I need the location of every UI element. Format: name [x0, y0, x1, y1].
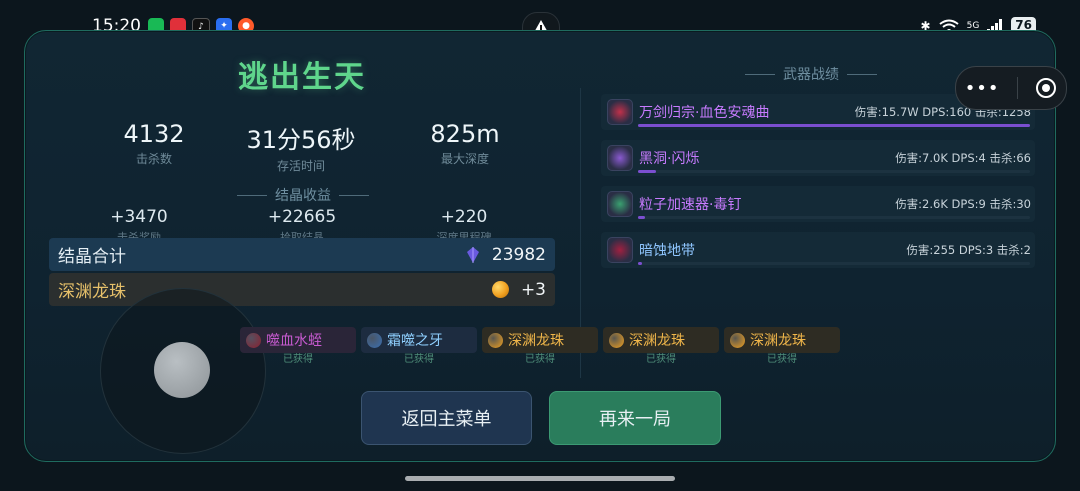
- crystal-total-row: 结晶合计 23982: [49, 238, 555, 271]
- weapon-name: 粒子加速器·毒钉: [639, 197, 742, 213]
- reward-name: 深渊龙珠: [750, 333, 806, 349]
- weapon-name: 黑洞·闪烁: [639, 151, 700, 167]
- weapon-name: 暗蚀地带: [639, 243, 695, 259]
- play-again-button[interactable]: 再来一局: [549, 391, 721, 445]
- sub-value: +22665: [267, 207, 337, 227]
- stat-value: 31分56秒: [246, 126, 356, 154]
- weapon-name: 万剑归宗·血色安魂曲: [639, 105, 770, 121]
- reward-status: 已获得: [404, 354, 434, 365]
- weapon-stats: 伤害:7.0K DPS:4 击杀:66: [895, 151, 1031, 165]
- close-icon[interactable]: [1035, 77, 1057, 99]
- sub-value: +3470: [110, 207, 168, 227]
- weapon-row: 粒子加速器·毒钉 伤害:2.6K DPS:9 击杀:30: [601, 186, 1035, 222]
- reward-icon: [367, 332, 382, 348]
- home-indicator[interactable]: [405, 476, 675, 481]
- network-type: 5G: [966, 20, 980, 31]
- stat-kills: 4132 击杀数: [79, 120, 229, 167]
- stat-max-depth: 825m 最大深度: [390, 120, 540, 167]
- weapon-row: 黑洞·闪烁 伤害:7.0K DPS:4 击杀:66: [601, 140, 1035, 176]
- crystal-total-value: 23982: [491, 244, 546, 265]
- weapon-stats: 伤害:255 DPS:3 击杀:2: [906, 243, 1031, 257]
- weapon-damage-bar: [638, 124, 1030, 127]
- result-title: 逃出生天: [238, 60, 366, 95]
- reward-status: 已获得: [646, 354, 676, 365]
- weapon-damage-bar: [638, 216, 1030, 219]
- weapon-row: 暗蚀地带 伤害:255 DPS:3 击杀:2: [601, 232, 1035, 268]
- weapon-damage-bar: [638, 262, 1030, 265]
- reward-icon: [730, 332, 745, 348]
- abyss-orb-row: 深渊龙珠 +3: [49, 273, 555, 306]
- stat-survival-time: 31分56秒 存活时间: [226, 120, 376, 174]
- mini-program-capsule: •••: [955, 66, 1067, 110]
- dragon-orb-icon: [491, 281, 509, 298]
- crystal-icon: [466, 246, 479, 263]
- weapons-section-title: 武器战绩: [745, 64, 877, 84]
- weapon-icon: [607, 99, 633, 125]
- weapon-damage-fill: [638, 216, 645, 219]
- crystal-total-label: 结晶合计: [58, 247, 126, 267]
- abyss-orb-value: +3: [520, 279, 546, 300]
- weapon-icon: [607, 191, 633, 217]
- section-label: 武器战绩: [783, 67, 839, 83]
- weapon-icon: [607, 145, 633, 171]
- reward-name: 深渊龙珠: [508, 333, 564, 349]
- stat-label: 最大深度: [440, 152, 489, 166]
- reward-name: 噬血水蛭: [266, 333, 322, 349]
- reward-status: 已获得: [767, 354, 797, 365]
- abyss-orb-label: 深渊龙珠: [58, 282, 126, 302]
- reward-name: 深渊龙珠: [629, 333, 685, 349]
- more-icon[interactable]: •••: [965, 78, 1000, 99]
- main-menu-button[interactable]: 返回主菜单: [361, 391, 532, 445]
- reward-icon: [488, 332, 503, 348]
- sub-value: +220: [440, 207, 488, 227]
- stat-label: 存活时间: [276, 159, 325, 173]
- weapon-damage-fill: [638, 170, 656, 173]
- reward-icon: [609, 332, 624, 348]
- weapon-damage-fill: [638, 262, 642, 265]
- crystal-section-title: 结晶收益: [237, 185, 369, 205]
- stat-label: 击杀数: [135, 152, 172, 166]
- weapon-icon: [607, 237, 633, 263]
- stat-value: 825m: [430, 120, 500, 148]
- reward-status: 已获得: [525, 354, 555, 365]
- joystick-knob[interactable]: [154, 342, 210, 398]
- stat-value: 4132: [123, 120, 185, 148]
- section-label: 结晶收益: [275, 188, 331, 204]
- reward-status: 已获得: [283, 354, 313, 365]
- weapon-damage-fill: [638, 124, 1030, 127]
- reward-name: 霜噬之牙: [387, 333, 443, 349]
- weapon-stats: 伤害:2.6K DPS:9 击杀:30: [895, 197, 1031, 211]
- weapon-damage-bar: [638, 170, 1030, 173]
- reward-icon: [246, 332, 261, 348]
